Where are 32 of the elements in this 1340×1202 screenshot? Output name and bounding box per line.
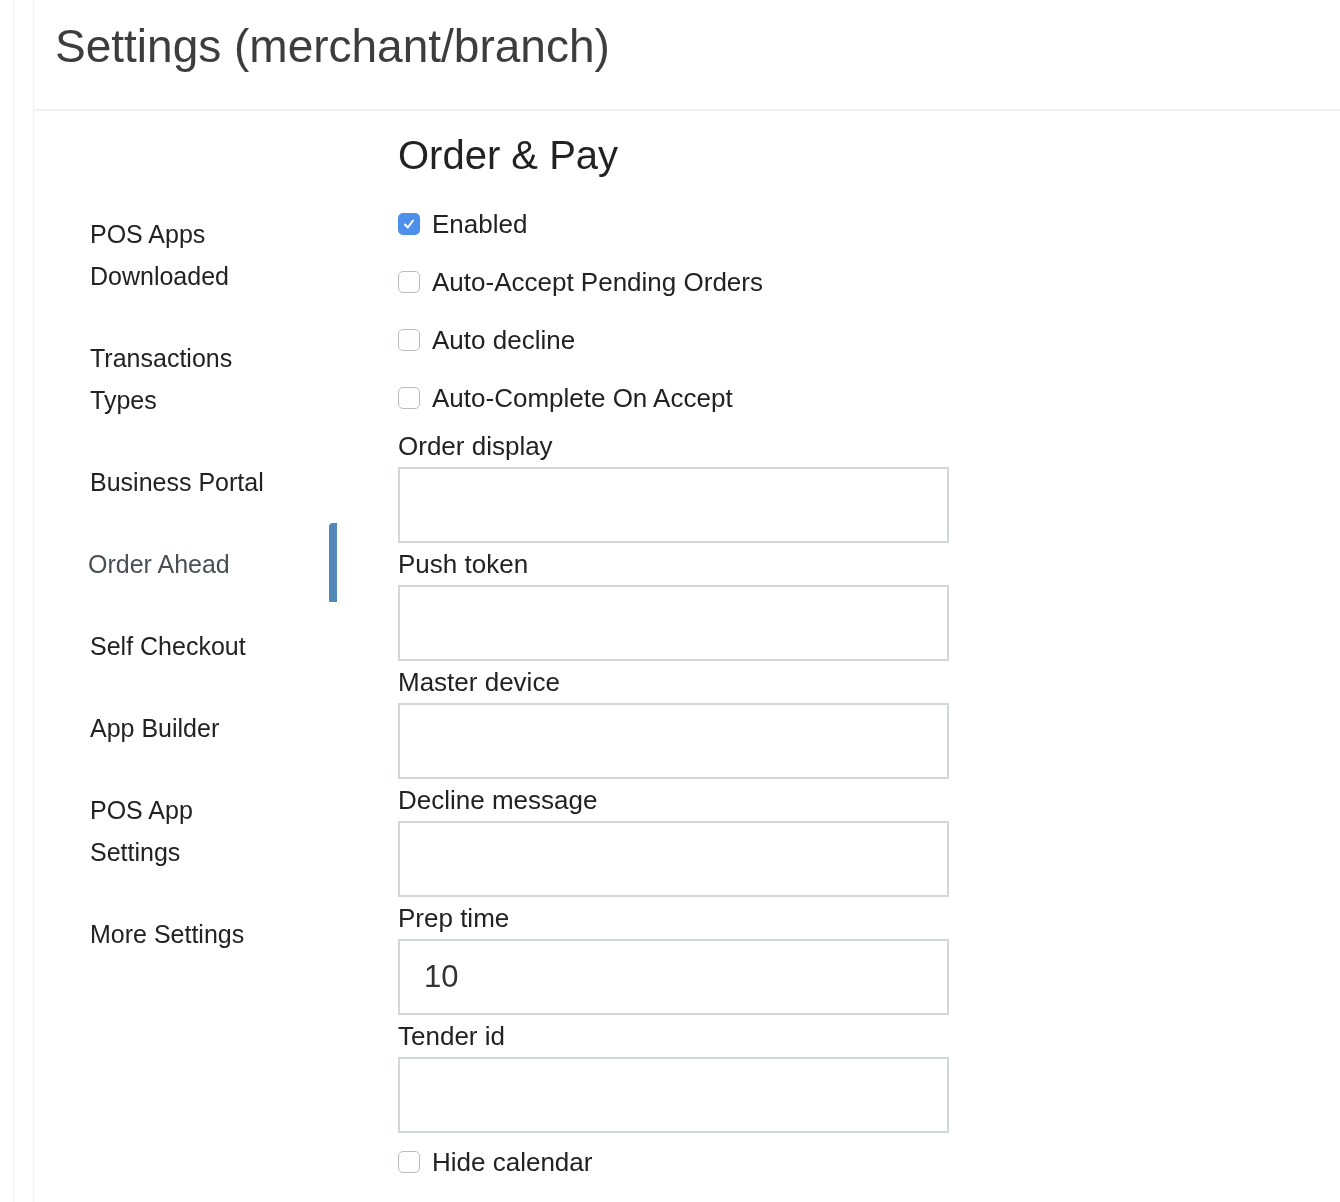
input-field[interactable] [398, 1057, 949, 1133]
checkbox-label: Auto decline [432, 323, 576, 357]
input-field[interactable] [398, 821, 949, 897]
sidebar-item[interactable]: POS App Settings [90, 789, 276, 873]
check-icon [402, 217, 416, 231]
field-label: Tender id [398, 1020, 506, 1053]
section-title: Order & Pay [398, 132, 620, 179]
input-field[interactable] [398, 467, 949, 543]
field-label: Prep time [398, 902, 511, 935]
field-label: Decline message [398, 784, 599, 817]
field-label: Order display [398, 430, 554, 463]
sidebar-item[interactable]: Business Portal [90, 461, 276, 503]
checkbox[interactable] [398, 1151, 420, 1173]
input-field[interactable] [398, 585, 949, 661]
input-field[interactable]: 10 [398, 939, 949, 1015]
checkbox-label: Auto-Complete On Accept [432, 381, 733, 415]
checkbox-label: Enabled [432, 207, 528, 241]
input-field[interactable] [398, 703, 949, 779]
sidebar-item[interactable]: Order Ahead [88, 543, 274, 585]
checkbox[interactable] [398, 387, 420, 409]
checkbox[interactable] [398, 329, 420, 351]
field-label: Master device [398, 666, 561, 699]
checkbox-label: Hide calendar [432, 1145, 593, 1179]
checkbox[interactable] [398, 213, 420, 235]
sidebar-item[interactable]: Transactions Types [90, 337, 276, 421]
checkbox-label: Auto-Accept Pending Orders [432, 265, 763, 299]
sidebar-item[interactable]: POS Apps Downloaded [90, 213, 276, 297]
field-label: Push token [398, 548, 530, 581]
checkbox[interactable] [398, 271, 420, 293]
sidebar-item[interactable]: App Builder [90, 707, 276, 749]
sidebar-item[interactable]: Self Checkout [90, 625, 276, 667]
sidebar-item[interactable]: More Settings [90, 913, 276, 955]
